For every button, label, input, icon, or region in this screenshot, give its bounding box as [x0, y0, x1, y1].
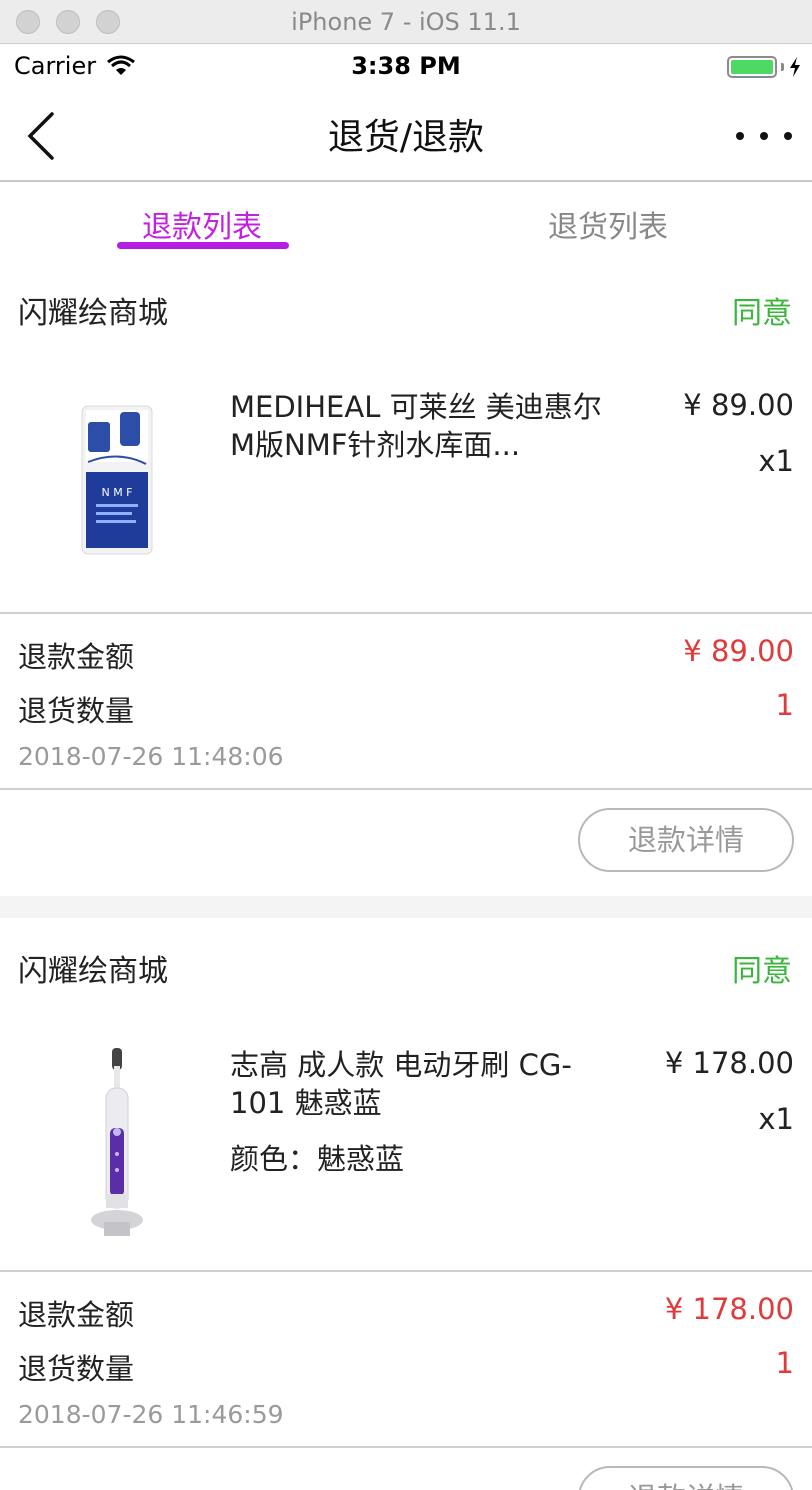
charging-icon: [790, 57, 800, 77]
simulator-title: iPhone 7 - iOS 11.1: [291, 8, 521, 36]
product-name[interactable]: 志高 成人款 电动牙刷 CG-101 魅惑蓝: [230, 1046, 620, 1122]
refund-detail-button[interactable]: 退款详情: [578, 808, 794, 872]
more-icon: [736, 132, 744, 140]
status-time: 3:38 PM: [351, 52, 461, 80]
refund-detail-button[interactable]: 退款详情: [578, 1466, 794, 1490]
order-card: 闪耀绘商城 同意 志高 成人款 电动牙刷 CG-101 魅惑蓝 颜色：魅惑蓝 ¥…: [0, 918, 812, 1490]
simulator-title-bar: iPhone 7 - iOS 11.1: [0, 0, 812, 44]
return-qty-label: 退货数量: [18, 1352, 135, 1386]
order-card: 闪耀绘商城 同意 N M F MEDIHEAL 可莱丝 美迪惠尔 M版NMF针剂…: [0, 260, 812, 896]
store-name: 闪耀绘商城: [18, 296, 168, 331]
divider: [0, 1446, 812, 1448]
page-title: 退货/退款: [327, 117, 485, 158]
more-options-button[interactable]: [736, 118, 792, 154]
product-quantity: x1: [758, 1102, 794, 1136]
active-tab-indicator: [117, 242, 289, 249]
refund-amount: ¥ 89.00: [683, 634, 794, 668]
svg-text:N M F: N M F: [101, 486, 132, 499]
section-gap: [0, 896, 812, 918]
refund-amount: ¥ 178.00: [664, 1292, 794, 1326]
divider: [0, 612, 812, 614]
divider: [0, 788, 812, 790]
return-qty: 1: [775, 688, 794, 722]
tab-return-list[interactable]: 退货列表: [458, 202, 758, 246]
product-price: ¥ 89.00: [683, 388, 794, 422]
product-quantity: x1: [758, 444, 794, 478]
return-qty-label: 退货数量: [18, 694, 135, 728]
status-badge: 同意: [732, 296, 792, 331]
toothbrush-image[interactable]: [48, 1044, 184, 1244]
refund-amount-label: 退款金额: [18, 1298, 135, 1332]
product-name[interactable]: MEDIHEAL 可莱丝 美迪惠尔 M版NMF针剂水库面...: [230, 388, 620, 464]
status-badge: 同意: [732, 954, 792, 989]
nav-bar: 退货/退款: [0, 88, 812, 182]
status-bar: Carrier 3:38 PM: [0, 44, 812, 88]
product-spec: 颜色：魅惑蓝: [230, 1142, 405, 1176]
order-time: 2018-07-26 11:46:59: [18, 1400, 284, 1429]
refund-amount-label: 退款金额: [18, 640, 135, 674]
product-price: ¥ 178.00: [664, 1046, 794, 1080]
tab-bar: 退款列表 退货列表: [0, 182, 812, 260]
return-qty: 1: [775, 1346, 794, 1380]
divider: [0, 1270, 812, 1272]
face-mask-image[interactable]: N M F: [48, 400, 184, 560]
store-name: 闪耀绘商城: [18, 954, 168, 989]
battery-icon: [727, 56, 802, 78]
tab-refund-list[interactable]: 退款列表: [52, 202, 352, 246]
order-time: 2018-07-26 11:48:06: [18, 742, 284, 771]
